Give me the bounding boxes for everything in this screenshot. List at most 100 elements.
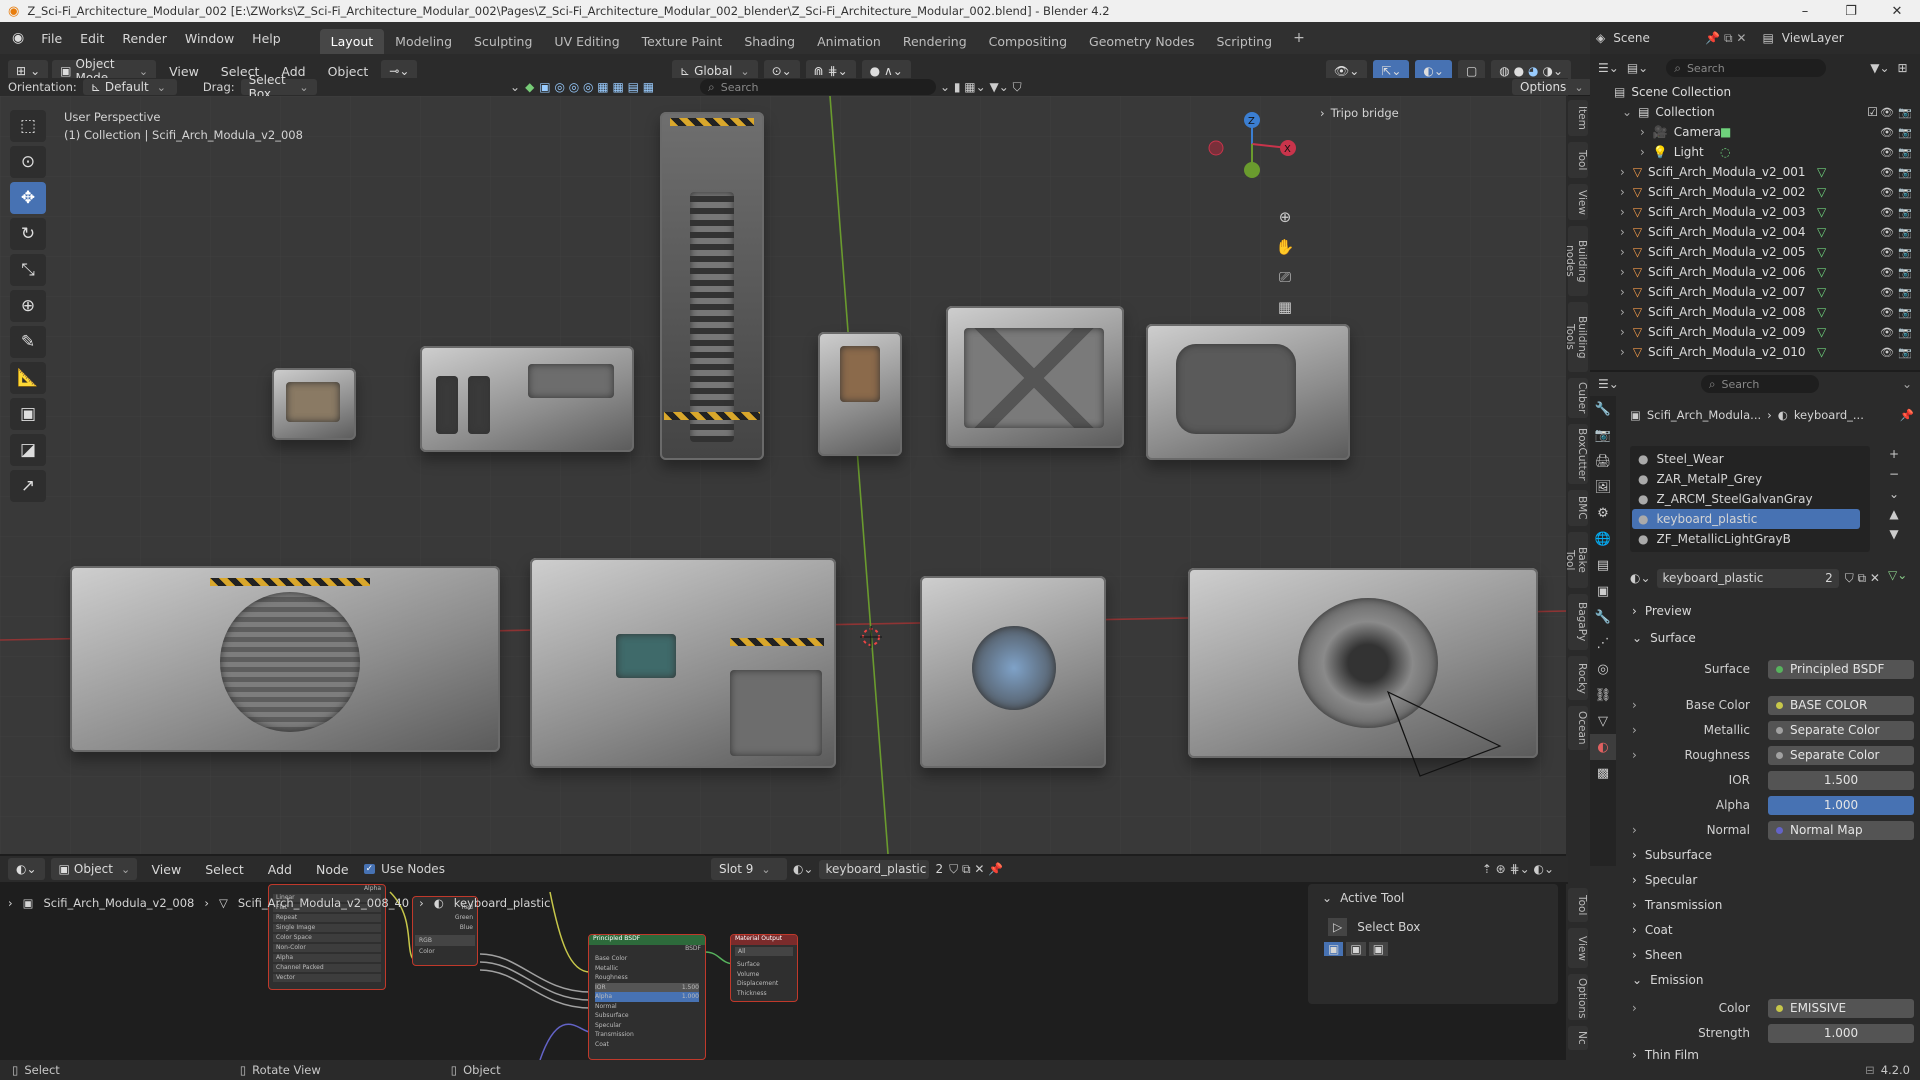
material-slot-item[interactable]: ● ZAR_MetalP_Grey — [1632, 469, 1860, 489]
node-side-tab-nc[interactable]: Nc — [1568, 1026, 1588, 1050]
physics-tab-icon[interactable]: ◎ — [1590, 656, 1616, 682]
scene-asset-generator[interactable] — [420, 346, 634, 452]
prop-value-field[interactable]: 1.000● — [1768, 1023, 1914, 1043]
use-nodes-checkbox[interactable]: ✓ — [363, 864, 376, 874]
outliner-editor-icon[interactable]: ☰⌄ — [1598, 61, 1619, 75]
eye-icon[interactable]: 👁 — [1880, 246, 1894, 259]
new-collection-icon[interactable]: ⊞ — [1898, 61, 1908, 75]
eye-icon[interactable]: 👁 — [1880, 286, 1894, 299]
tex-row[interactable]: Color Space — [273, 934, 381, 942]
render-camera-icon[interactable]: 📷 — [1898, 286, 1912, 299]
material-slot-item[interactable]: ● ZF_MetallicLightGrayB — [1632, 529, 1860, 549]
menu-help[interactable]: Help — [243, 28, 290, 49]
tab-layout[interactable]: Layout — [319, 29, 385, 54]
outliner-item[interactable]: › 💡 Light ◌ 👁 📷 — [1590, 142, 1920, 162]
prop-value-field[interactable]: EMISSIVE — [1768, 998, 1914, 1018]
chevron-right-icon[interactable]: › — [1620, 185, 1625, 199]
prop-value-field[interactable]: 1.000● — [1768, 795, 1914, 815]
outliner-search[interactable]: ⌕ Search — [1666, 59, 1827, 77]
tab-shading[interactable]: Shading — [733, 29, 806, 54]
chevron-right-icon[interactable]: › — [1632, 823, 1644, 837]
active-tool-row[interactable]: ▷ Select Box — [1308, 912, 1558, 942]
tab-rendering[interactable]: Rendering — [892, 29, 978, 54]
render-camera-icon[interactable]: 📷 — [1898, 166, 1912, 179]
section-sheen[interactable]: › Sheen — [1632, 948, 1682, 962]
orientation-select[interactable]: ⊾ Default — [82, 79, 177, 95]
prop-value-field[interactable]: Normal Map — [1768, 820, 1914, 840]
viewlayer-name[interactable]: ViewLayer — [1782, 31, 1844, 45]
render-camera-icon[interactable]: 📷 — [1898, 146, 1912, 159]
drag-select[interactable]: Select Box — [240, 73, 317, 101]
section-subsurface[interactable]: › Subsurface — [1632, 848, 1712, 862]
side-tab-rocky[interactable]: Rocky — [1568, 656, 1588, 700]
shader-type-select[interactable]: ▣ Object — [50, 858, 137, 880]
display-mode-icon[interactable]: ▤⌄ — [1627, 61, 1648, 75]
material-actions-icons[interactable]: ⛉ ⧉ ✕ 📌 — [949, 862, 1003, 877]
section-coat[interactable]: › Coat — [1632, 923, 1673, 937]
side-tab-cuber[interactable]: Cuber — [1568, 378, 1588, 418]
outliner-item[interactable]: › ▽ Scifi_Arch_Modula_v2_003 ▽ 👁 📷 — [1590, 202, 1920, 222]
tex-row[interactable]: Non-Color — [273, 944, 381, 952]
rotate-tool-icon[interactable]: ↻ — [10, 218, 46, 250]
chevron-right-icon[interactable]: › — [1620, 165, 1625, 179]
chevron-right-icon[interactable]: › — [1640, 145, 1645, 159]
chevron-right-icon[interactable]: › — [1620, 305, 1625, 319]
render-camera-icon[interactable]: 📷 — [1898, 126, 1912, 139]
view-layer-tab-icon[interactable]: 🖼 — [1590, 474, 1616, 500]
preview-panel[interactable]: › Preview — [1632, 604, 1692, 618]
select-mode-icons[interactable]: ▣ ◎ ◎ ◎ ▦ ▦ ▤ ▦ — [539, 80, 654, 94]
surface-panel[interactable]: ⌄ Surface — [1632, 631, 1696, 645]
viewport-search[interactable]: ⌕ Search — [700, 79, 936, 95]
material-browse-icon[interactable]: ◐⌄ — [793, 862, 814, 876]
node-menu-select[interactable]: Select — [196, 859, 253, 880]
render-camera-icon[interactable]: 📷 — [1898, 106, 1912, 119]
scene-asset-round-hatch[interactable] — [70, 566, 500, 752]
camera-view-icon[interactable]: ⎚ — [1272, 262, 1298, 292]
node-editor-type-button[interactable]: ◐⌄ — [8, 858, 45, 880]
side-tab-building-tools[interactable]: Building Tools — [1564, 302, 1588, 372]
material-tab-icon[interactable]: ◐ — [1590, 734, 1616, 760]
mesh-data-icon[interactable]: ▽ — [1817, 285, 1826, 299]
chevron-right-icon[interactable]: › — [1620, 325, 1625, 339]
scene-tab-icon[interactable]: ⚙ — [1590, 500, 1616, 526]
object-tab-icon[interactable]: ▣ — [1590, 578, 1616, 604]
node-material-field[interactable]: keyboard_plastic — [819, 859, 930, 879]
outliner-item[interactable]: › ▽ Scifi_Arch_Modula_v2_009 ▽ 👁 📷 — [1590, 322, 1920, 342]
move-down-icon[interactable]: ▼ — [1882, 524, 1906, 544]
tool-tab-icon[interactable]: 🔧 — [1590, 396, 1616, 422]
material-slot-item[interactable]: ● Steel_Wear — [1632, 449, 1860, 469]
node-menu-view[interactable]: View — [143, 859, 191, 880]
tex-row[interactable]: Alpha — [273, 954, 381, 962]
outliner-item[interactable]: › ▽ Scifi_Arch_Modula_v2_002 ▽ 👁 📷 — [1590, 182, 1920, 202]
section-transmission[interactable]: › Transmission — [1632, 898, 1722, 912]
slot-menu-icon[interactable]: ⌄ — [1882, 484, 1906, 504]
minimize-button[interactable]: – — [1782, 0, 1828, 22]
outliner-item[interactable]: › ▽ Scifi_Arch_Modula_v2_007 ▽ 👁 📷 — [1590, 282, 1920, 302]
add-slot-icon[interactable]: + — [1882, 444, 1906, 464]
scene-asset-ladder-tower[interactable] — [660, 112, 764, 460]
texture-tab-icon[interactable]: ▩ — [1590, 760, 1616, 786]
transform-tool-icon[interactable]: ⊕ — [10, 290, 46, 322]
render-camera-icon[interactable]: 📷 — [1898, 226, 1912, 239]
render-camera-icon[interactable]: 📷 — [1898, 306, 1912, 319]
menu-edit[interactable]: Edit — [71, 28, 113, 49]
scene-asset-reactor-door[interactable] — [920, 576, 1106, 768]
side-tab-bake-tool[interactable]: Bake Tool — [1564, 532, 1588, 588]
eye-icon[interactable]: 👁 — [1880, 186, 1894, 199]
prop-value-field[interactable]: Separate Color — [1768, 720, 1914, 740]
node-side-tab-view[interactable]: View — [1568, 928, 1588, 968]
move-up-icon[interactable]: ▲ — [1882, 504, 1906, 524]
eye-icon[interactable]: 👁 — [1880, 346, 1894, 359]
chevron-right-icon[interactable]: › — [1632, 698, 1644, 712]
properties-editor-icon[interactable]: ☰⌄ — [1598, 377, 1619, 391]
mesh-data-icon[interactable]: ▽ — [1817, 205, 1826, 219]
tab-compositing[interactable]: Compositing — [978, 29, 1078, 54]
zoom-icon[interactable]: ⊕ — [1272, 202, 1298, 232]
eye-icon[interactable]: 👁 — [1880, 166, 1894, 179]
scene-asset-x-door[interactable] — [946, 306, 1124, 448]
material-link-icon[interactable]: ▽⌄ — [1888, 568, 1907, 582]
cursor-tool-icon[interactable]: ⊙ — [10, 146, 46, 178]
node-side-tab-options[interactable]: Options — [1568, 974, 1588, 1020]
chevron-down-icon[interactable]: ⌄ — [510, 80, 520, 94]
render-tab-icon[interactable]: 📷 — [1590, 422, 1616, 448]
